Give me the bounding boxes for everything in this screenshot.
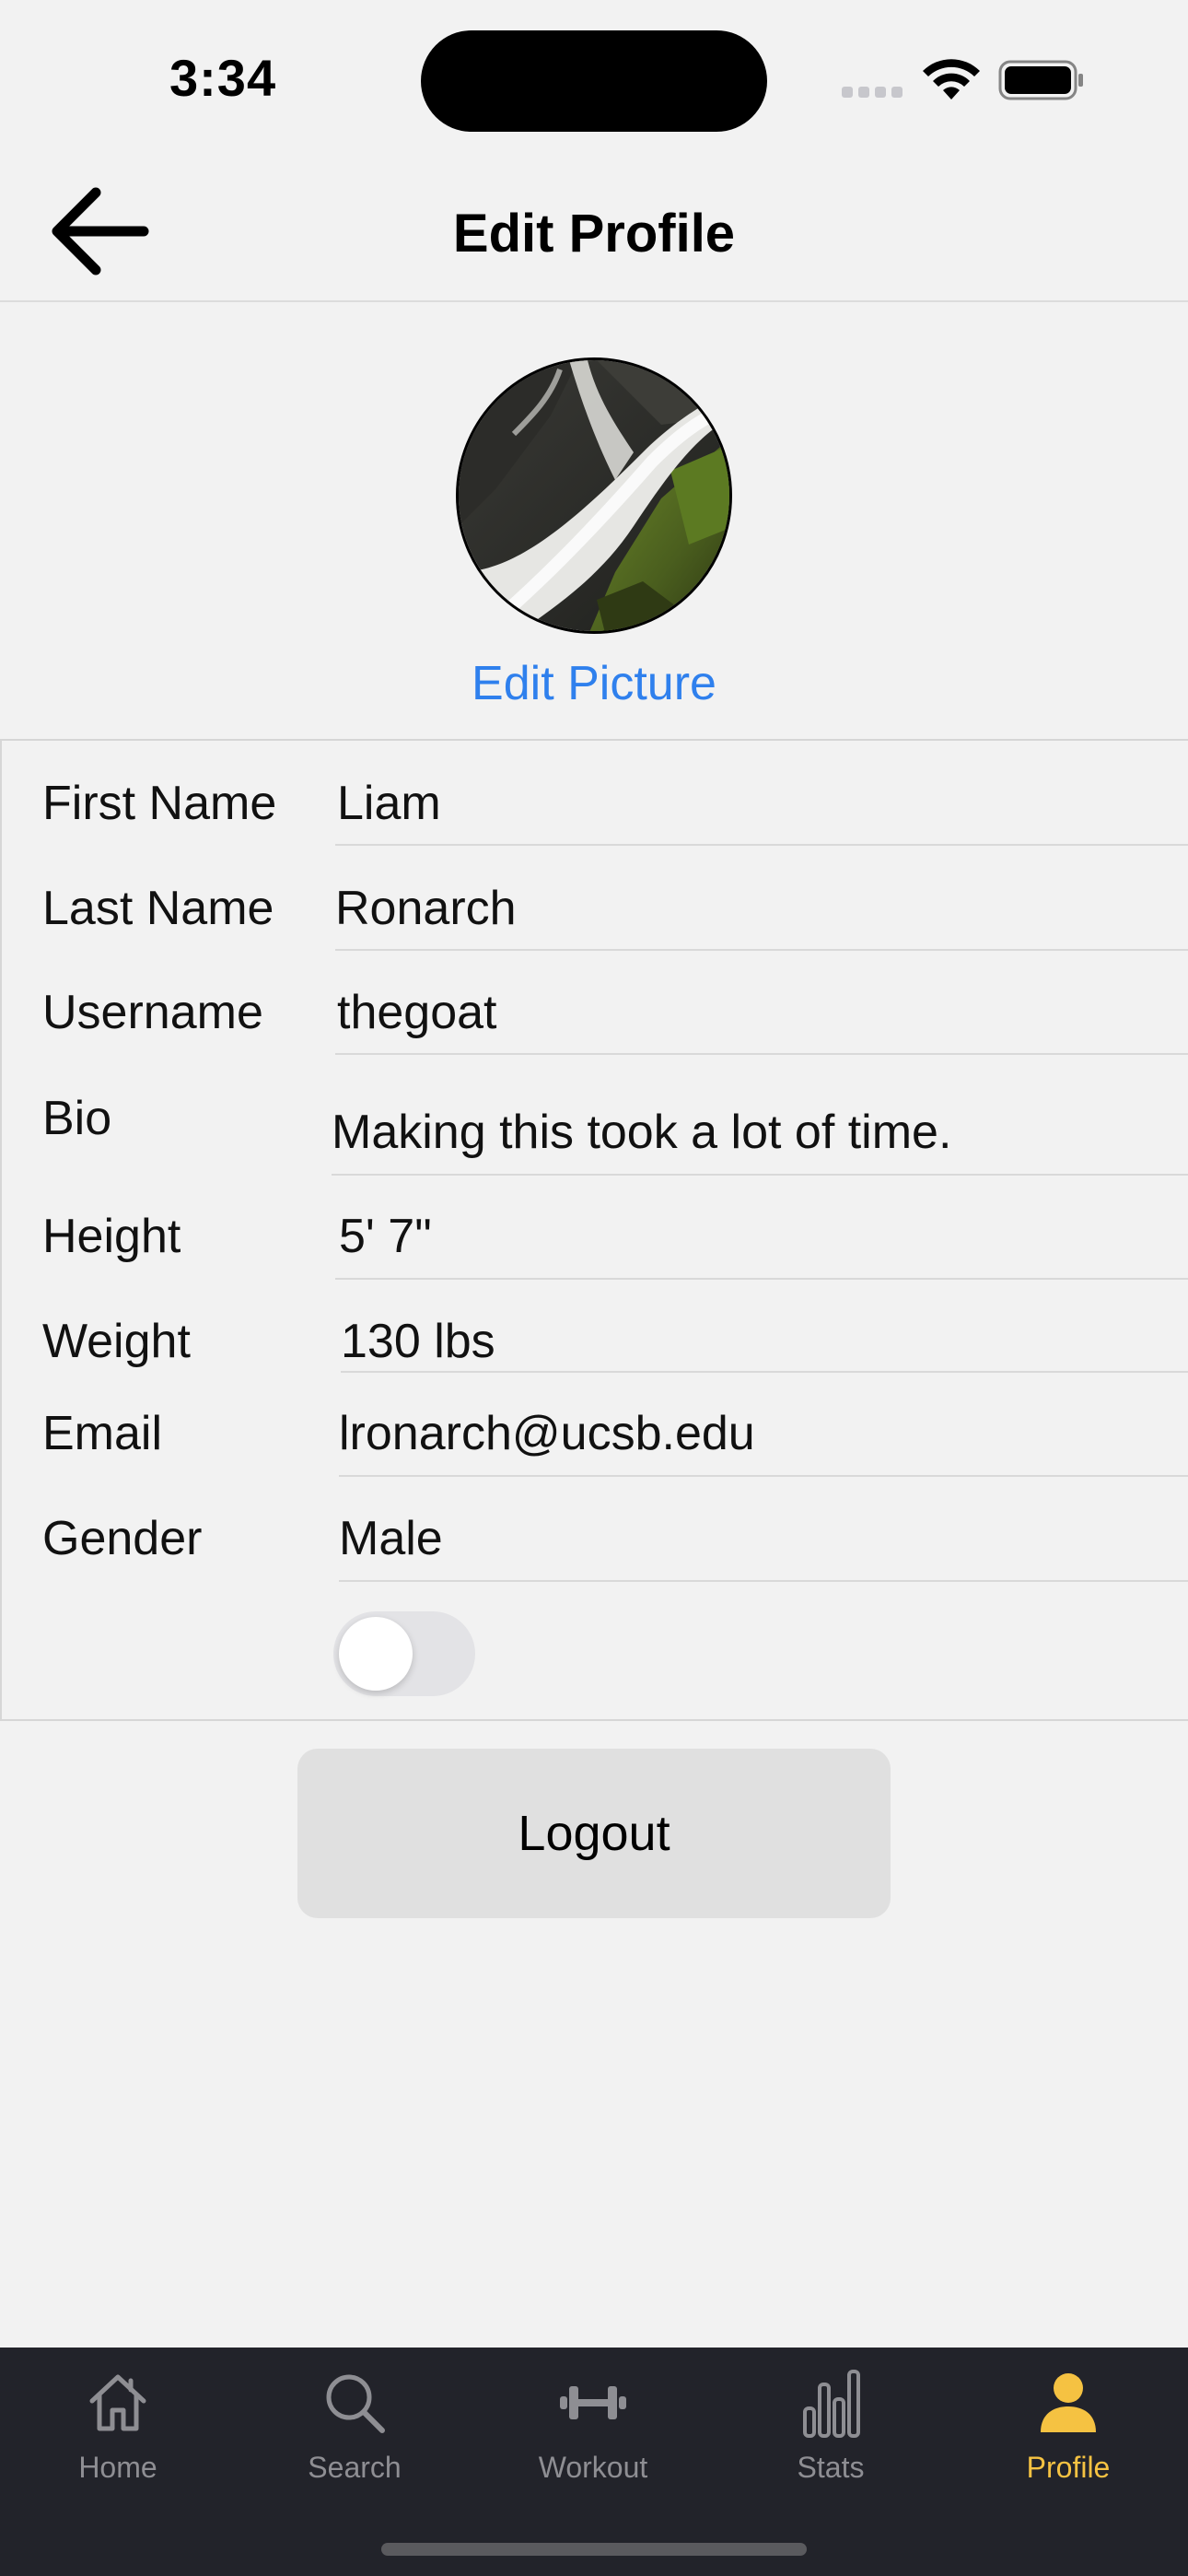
tab-label: Stats bbox=[797, 2451, 865, 2484]
field-label: Email bbox=[42, 1407, 163, 1460]
first-name-input[interactable]: Liam bbox=[337, 776, 441, 831]
tab-stats[interactable]: Stats bbox=[739, 2366, 923, 2504]
divider bbox=[339, 1580, 1188, 1582]
profile-form: First Name Liam Last Name Ronarch Userna… bbox=[0, 739, 1188, 1721]
tab-label: Workout bbox=[538, 2451, 648, 2484]
home-icon bbox=[89, 2374, 146, 2431]
bio-input[interactable]: Making this took a lot of time. bbox=[332, 1105, 951, 1160]
cellular-signal-icon bbox=[842, 87, 903, 98]
tab-label: Search bbox=[308, 2451, 402, 2484]
tab-home[interactable]: Home bbox=[26, 2366, 210, 2504]
divider bbox=[335, 1278, 1188, 1280]
username-input[interactable]: thegoat bbox=[337, 985, 497, 1040]
field-label: Bio bbox=[42, 1092, 112, 1145]
height-input[interactable]: 5' 7" bbox=[339, 1209, 432, 1264]
wifi-icon bbox=[923, 59, 980, 100]
weight-input[interactable]: 130 lbs bbox=[341, 1314, 495, 1369]
toggle-knob bbox=[339, 1617, 413, 1691]
divider bbox=[341, 1371, 1188, 1373]
field-label: Weight bbox=[42, 1315, 191, 1368]
last-name-input[interactable]: Ronarch bbox=[335, 881, 517, 936]
dynamic-island bbox=[421, 30, 767, 132]
divider bbox=[339, 1475, 1188, 1477]
edit-picture-link[interactable]: Edit Picture bbox=[0, 656, 1188, 711]
home-indicator bbox=[381, 2543, 807, 2556]
avatar[interactable] bbox=[456, 357, 732, 634]
divider bbox=[332, 1174, 1188, 1176]
field-label: First Name bbox=[42, 777, 277, 830]
battery-icon bbox=[998, 60, 1083, 100]
nav-header: Edit Profile bbox=[0, 157, 1188, 302]
field-label: Username bbox=[42, 986, 263, 1039]
person-icon bbox=[1041, 2373, 1096, 2432]
email-input[interactable]: lronarch@ucsb.edu bbox=[339, 1406, 755, 1461]
tab-workout[interactable]: Workout bbox=[501, 2366, 685, 2504]
divider bbox=[335, 844, 1188, 846]
divider bbox=[335, 949, 1188, 951]
tab-search[interactable]: Search bbox=[262, 2366, 447, 2504]
tab-bar: Home Search Workout Stats Profile bbox=[0, 2348, 1188, 2576]
gender-input[interactable]: Male bbox=[339, 1511, 443, 1566]
tab-label: Home bbox=[78, 2451, 157, 2484]
field-label: Gender bbox=[42, 1512, 203, 1565]
bar-chart-icon bbox=[803, 2370, 860, 2438]
search-icon bbox=[326, 2374, 385, 2433]
dumbbell-icon bbox=[560, 2386, 626, 2419]
status-bar: 3:34 bbox=[0, 0, 1188, 157]
private-toggle[interactable] bbox=[333, 1611, 475, 1696]
tab-profile[interactable]: Profile bbox=[976, 2366, 1160, 2504]
divider bbox=[335, 1053, 1188, 1055]
field-label: Height bbox=[42, 1210, 181, 1263]
status-time: 3:34 bbox=[169, 49, 277, 107]
field-label: Last Name bbox=[42, 882, 274, 935]
profile-photo bbox=[459, 360, 729, 631]
page-title: Edit Profile bbox=[452, 204, 736, 263]
tab-label: Profile bbox=[1026, 2451, 1111, 2484]
logout-button[interactable]: Logout bbox=[297, 1749, 891, 1918]
